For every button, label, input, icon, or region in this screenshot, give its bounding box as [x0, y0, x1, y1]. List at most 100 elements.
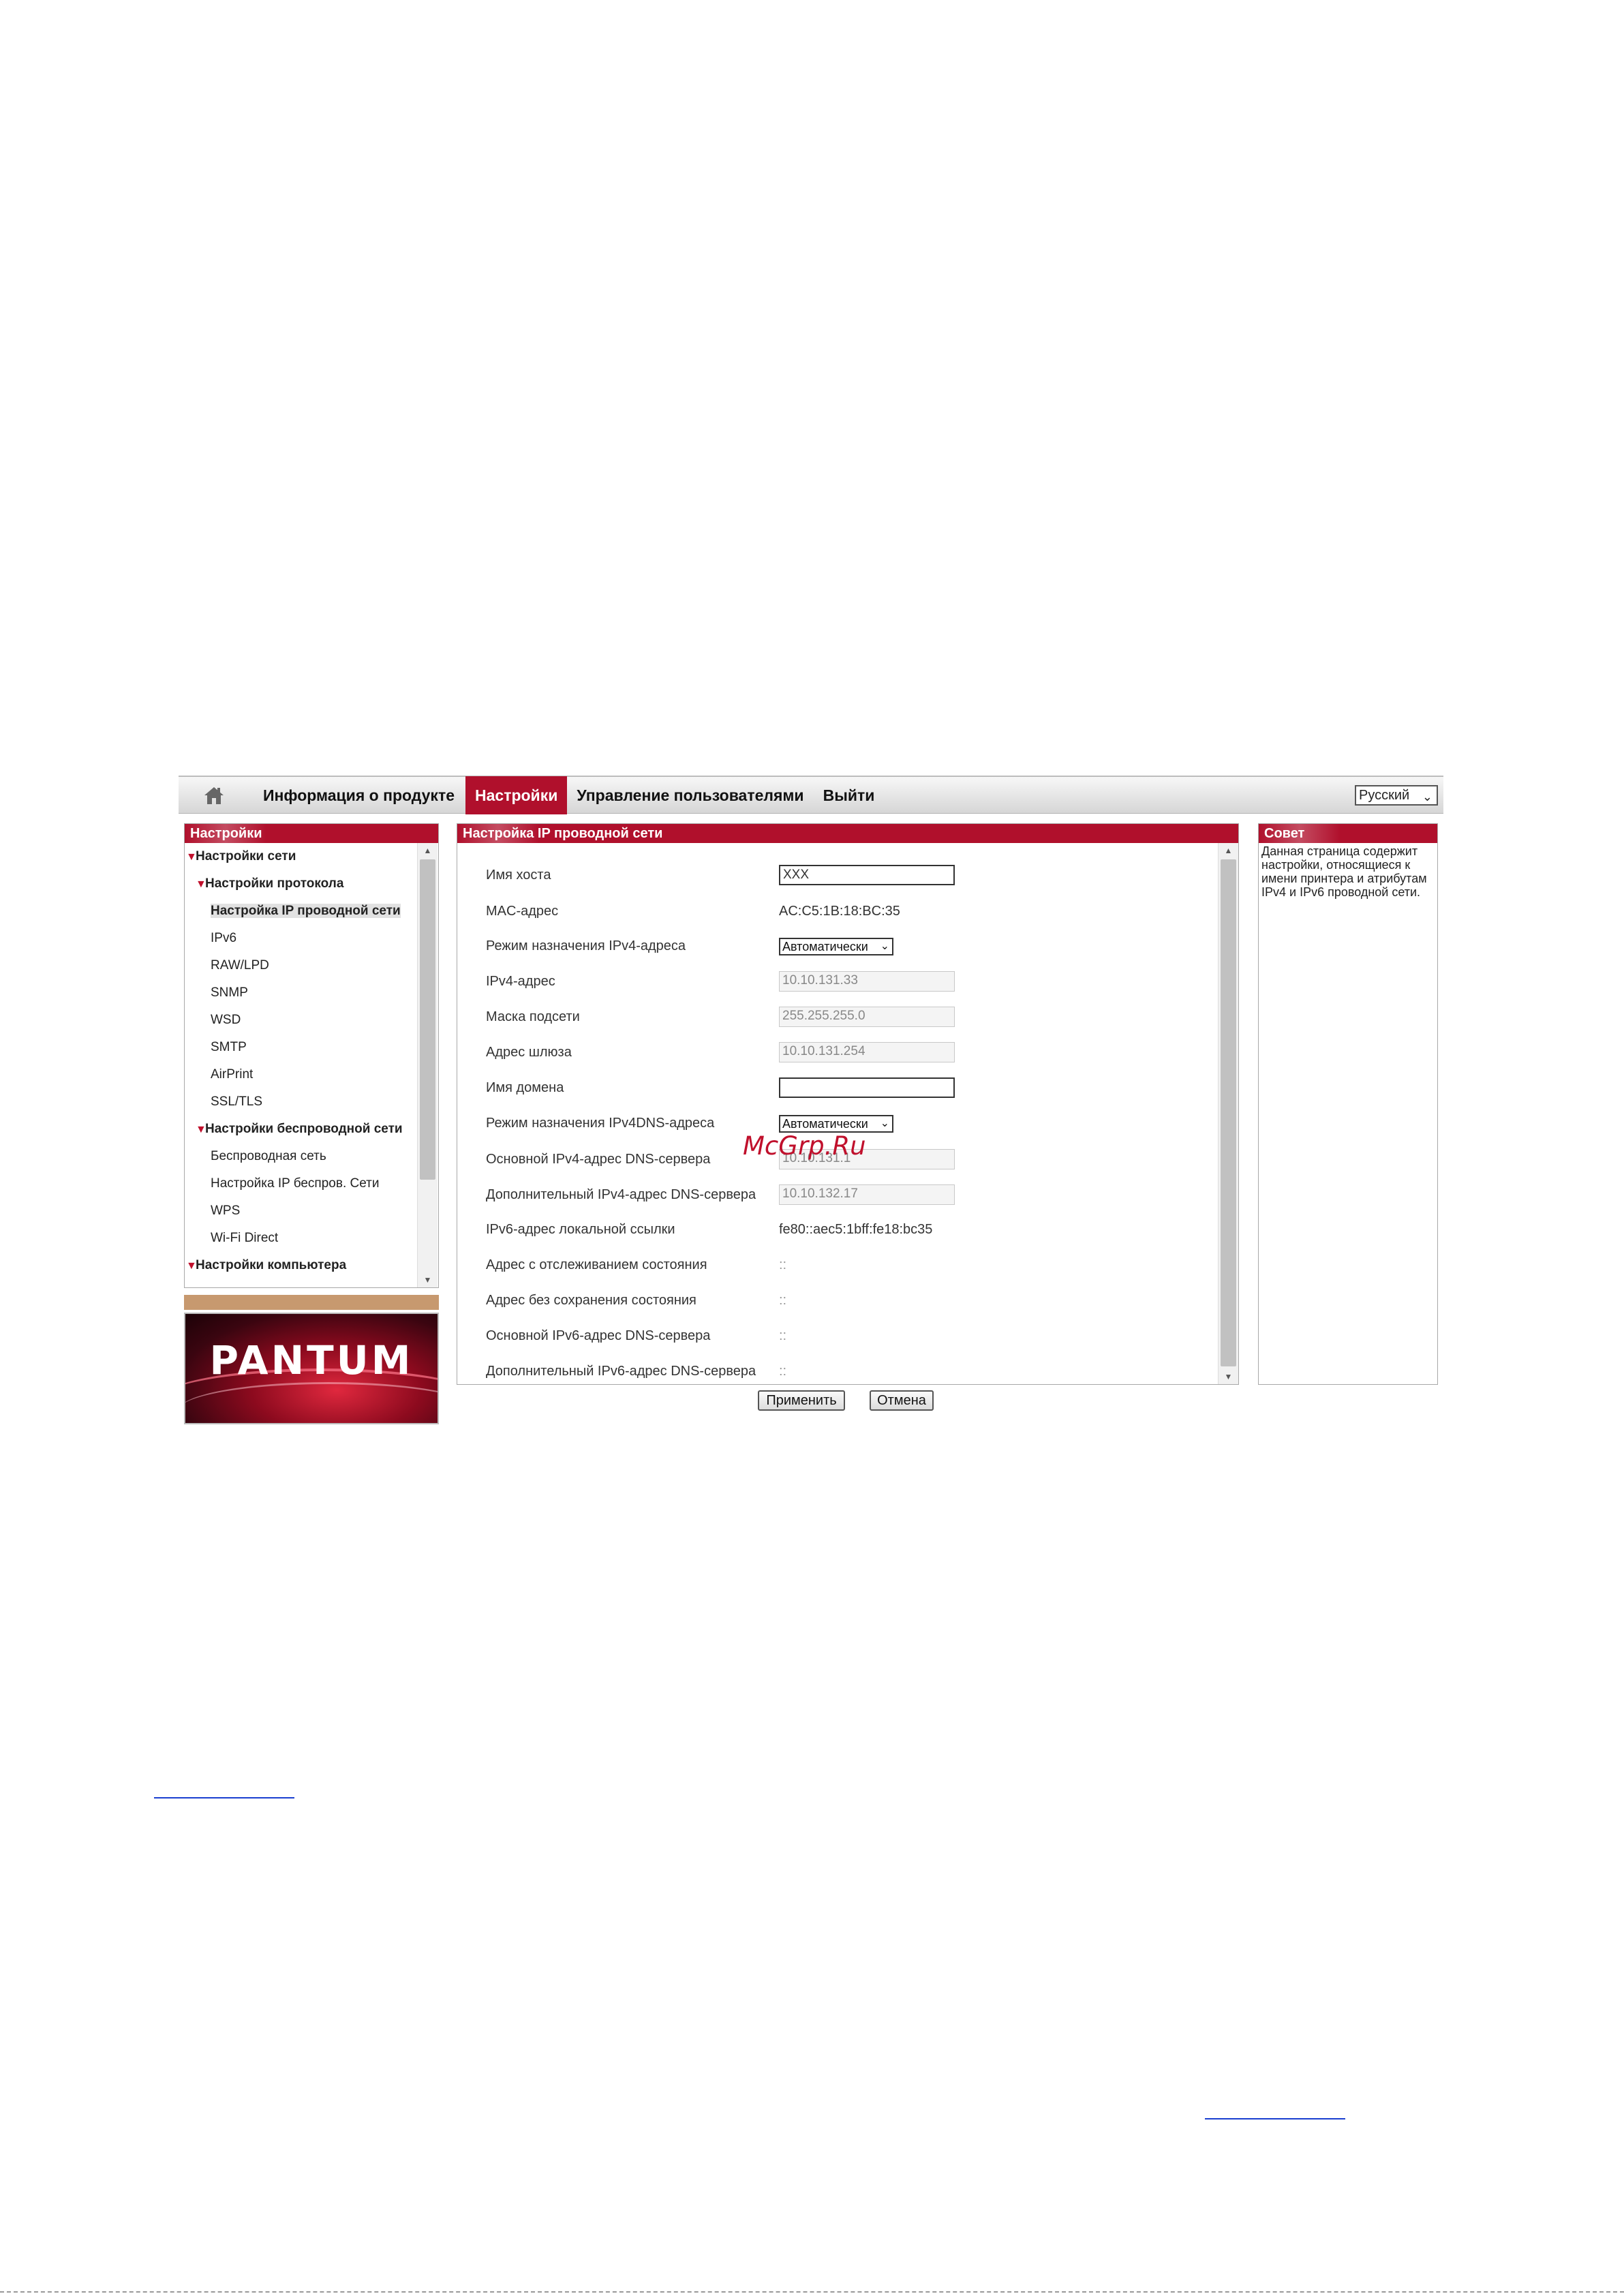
- settings-tree-title: Настройки: [190, 826, 262, 841]
- form-row: Имя хоста XXX: [486, 865, 1201, 885]
- tree-item-label: Настройки компьютера: [196, 1258, 347, 1272]
- tree-item[interactable]: SSL/TLS: [185, 1088, 416, 1116]
- field-input: 10.10.132.17: [779, 1184, 955, 1205]
- tree-item[interactable]: Wi-Fi Direct: [185, 1225, 416, 1252]
- triangle-down-icon[interactable]: ▼: [186, 1253, 197, 1280]
- tree-item[interactable]: IPv6: [185, 925, 416, 952]
- form-row: Адрес с отслеживанием состояния::: [486, 1255, 1201, 1275]
- tree-item-label: RAW/LPD: [211, 958, 269, 973]
- language-value: Русский: [1359, 788, 1410, 803]
- tree-item[interactable]: Настройка IP беспров. Сети: [185, 1170, 416, 1197]
- field-label: IPv6-адрес локальной ссылки: [486, 1222, 675, 1237]
- main-panel-header: Настройка IP проводной сети: [457, 824, 1238, 843]
- form-row: Адрес без сохранения состояния::: [486, 1290, 1201, 1311]
- field-input-value: 10.10.132.17: [782, 1187, 858, 1201]
- tree-item-label: IPv6: [211, 931, 237, 945]
- form-row: Адрес шлюза 10.10.131.254: [486, 1042, 1201, 1062]
- field-label: Режим назначения IPv4-адреса: [486, 938, 686, 953]
- field-label: Режим назначения IPv4DNS-адреса: [486, 1116, 715, 1131]
- tree-item[interactable]: RAW/LPD: [185, 952, 416, 979]
- tree-item[interactable]: SNMP: [185, 979, 416, 1007]
- tree-scrollbar[interactable]: ▲ ▼: [417, 843, 438, 1287]
- nav-logout[interactable]: Выйти: [814, 776, 885, 814]
- form-row: Режим назначения IPv4DNS-адреса Автоматич…: [486, 1113, 1201, 1133]
- tree-item-label: WPS: [211, 1204, 241, 1218]
- tree-item-label: SSL/TLS: [211, 1095, 263, 1109]
- tree-item[interactable]: Настройка IP проводной сети: [185, 898, 416, 925]
- field-input-value: 10.10.131.254: [782, 1044, 865, 1058]
- tree-item[interactable]: ▼Настройки беспроводной сети: [185, 1116, 416, 1143]
- tree-item-label: Настройка IP проводной сети: [211, 904, 401, 918]
- nav-user-management[interactable]: Управление пользователями: [567, 776, 813, 814]
- field-input: 10.10.131.33: [779, 971, 955, 992]
- form-row: MAC-адрес AC:C5:1B:18:BC:35: [486, 901, 1201, 921]
- scroll-down-icon[interactable]: ▼: [418, 1272, 438, 1287]
- tree-item[interactable]: ▼Настройки протокола: [185, 870, 416, 898]
- tree-item[interactable]: AirPrint: [185, 1061, 416, 1088]
- watermark: McGrp.Ru: [743, 1131, 866, 1161]
- field-label: MAC-адрес: [486, 904, 559, 919]
- pantum-logo: PANTUM: [184, 1313, 439, 1424]
- triangle-down-icon[interactable]: ▼: [196, 1116, 206, 1144]
- triangle-down-icon[interactable]: ▼: [186, 844, 197, 871]
- tree-item[interactable]: SMTP: [185, 1034, 416, 1061]
- field-label: Адрес с отслеживанием состояния: [486, 1257, 707, 1272]
- home-icon[interactable]: [198, 782, 230, 809]
- triangle-down-icon[interactable]: ▼: [196, 871, 206, 898]
- field-label: Имя домена: [486, 1080, 564, 1095]
- tree-item-label: Настройка IP беспров. Сети: [211, 1176, 380, 1191]
- field-select[interactable]: Автоматически ⌄: [779, 1115, 893, 1133]
- scroll-down-icon[interactable]: ▼: [1219, 1369, 1238, 1384]
- field-label: Адрес шлюза: [486, 1045, 572, 1060]
- apply-button[interactable]: Применить: [758, 1390, 845, 1411]
- tree-item[interactable]: WSD: [185, 1007, 416, 1034]
- tree-item[interactable]: Беспроводная сеть: [185, 1143, 416, 1170]
- form-row: Имя домена: [486, 1077, 1201, 1098]
- field-label: Дополнительный IPv4-адрес DNS-сервера: [486, 1187, 756, 1202]
- chevron-down-icon: ⌄: [1422, 790, 1433, 803]
- tip-text: Данная страница содержит настройки, отно…: [1261, 844, 1427, 899]
- tree-item-label: Настройки беспроводной сети: [205, 1122, 403, 1136]
- form-row: Маска подсети 255.255.255.0: [486, 1007, 1201, 1027]
- form-row: IPv4-адрес 10.10.131.33: [486, 971, 1201, 992]
- form-scrollbar-thumb[interactable]: [1221, 859, 1236, 1366]
- nav-settings[interactable]: Настройки: [465, 776, 568, 814]
- wired-ip-settings-panel: Настройка IP проводной сети Имя хоста XXX…: [457, 823, 1239, 1385]
- field-label: Маска подсети: [486, 1009, 580, 1024]
- form-scrollbar[interactable]: ▲ ▼: [1218, 843, 1238, 1384]
- language-select[interactable]: Русский ⌄: [1355, 785, 1438, 806]
- logo-text: PANTUM: [209, 1337, 414, 1383]
- field-value: ::: [779, 1328, 787, 1343]
- divider-bar: [184, 1295, 439, 1310]
- form-row: Дополнительный IPv6-адрес DNS-сервера::: [486, 1361, 1201, 1381]
- form-row: Основной IPv6-адрес DNS-сервера::: [486, 1326, 1201, 1346]
- chevron-down-icon: ⌄: [880, 1118, 889, 1129]
- page-link-underline-left[interactable]: [154, 1797, 294, 1798]
- field-input[interactable]: [779, 1077, 955, 1098]
- settings-tree-header: Настройки: [185, 824, 438, 843]
- tree-item[interactable]: WPS: [185, 1197, 416, 1225]
- scroll-up-icon[interactable]: ▲: [1219, 843, 1238, 858]
- tree-scrollbar-thumb[interactable]: [420, 859, 435, 1180]
- nav-product-info[interactable]: Информация о продукте: [254, 776, 464, 814]
- top-nav: Информация о продукте Настройки Управлен…: [179, 776, 1443, 814]
- page-link-underline-right[interactable]: [1205, 2118, 1345, 2119]
- scroll-up-icon[interactable]: ▲: [418, 843, 438, 858]
- field-input: 255.255.255.0: [779, 1007, 955, 1027]
- tree-item-label: SMTP: [211, 1040, 247, 1054]
- field-select[interactable]: Автоматически ⌄: [779, 938, 893, 955]
- field-input-value: XXX: [783, 868, 810, 882]
- tree-item-label: Настройки протокола: [205, 876, 344, 891]
- cancel-button[interactable]: Отмена: [870, 1390, 934, 1411]
- page-bottom-rule: [0, 2291, 1624, 2293]
- field-value: AC:C5:1B:18:BC:35: [779, 904, 900, 919]
- field-input[interactable]: XXX: [779, 865, 955, 885]
- field-input: 10.10.131.254: [779, 1042, 955, 1062]
- tip-panel-title: Совет: [1264, 826, 1305, 841]
- tree-item[interactable]: ▼Настройки компьютера: [185, 1252, 416, 1279]
- tree-item-label: AirPrint: [211, 1067, 254, 1082]
- tree-item[interactable]: ▼Настройки сети: [185, 843, 416, 870]
- field-input-value: 10.10.131.33: [782, 973, 858, 988]
- field-label: Основной IPv6-адрес DNS-сервера: [486, 1328, 711, 1343]
- field-label: Адрес без сохранения состояния: [486, 1293, 696, 1308]
